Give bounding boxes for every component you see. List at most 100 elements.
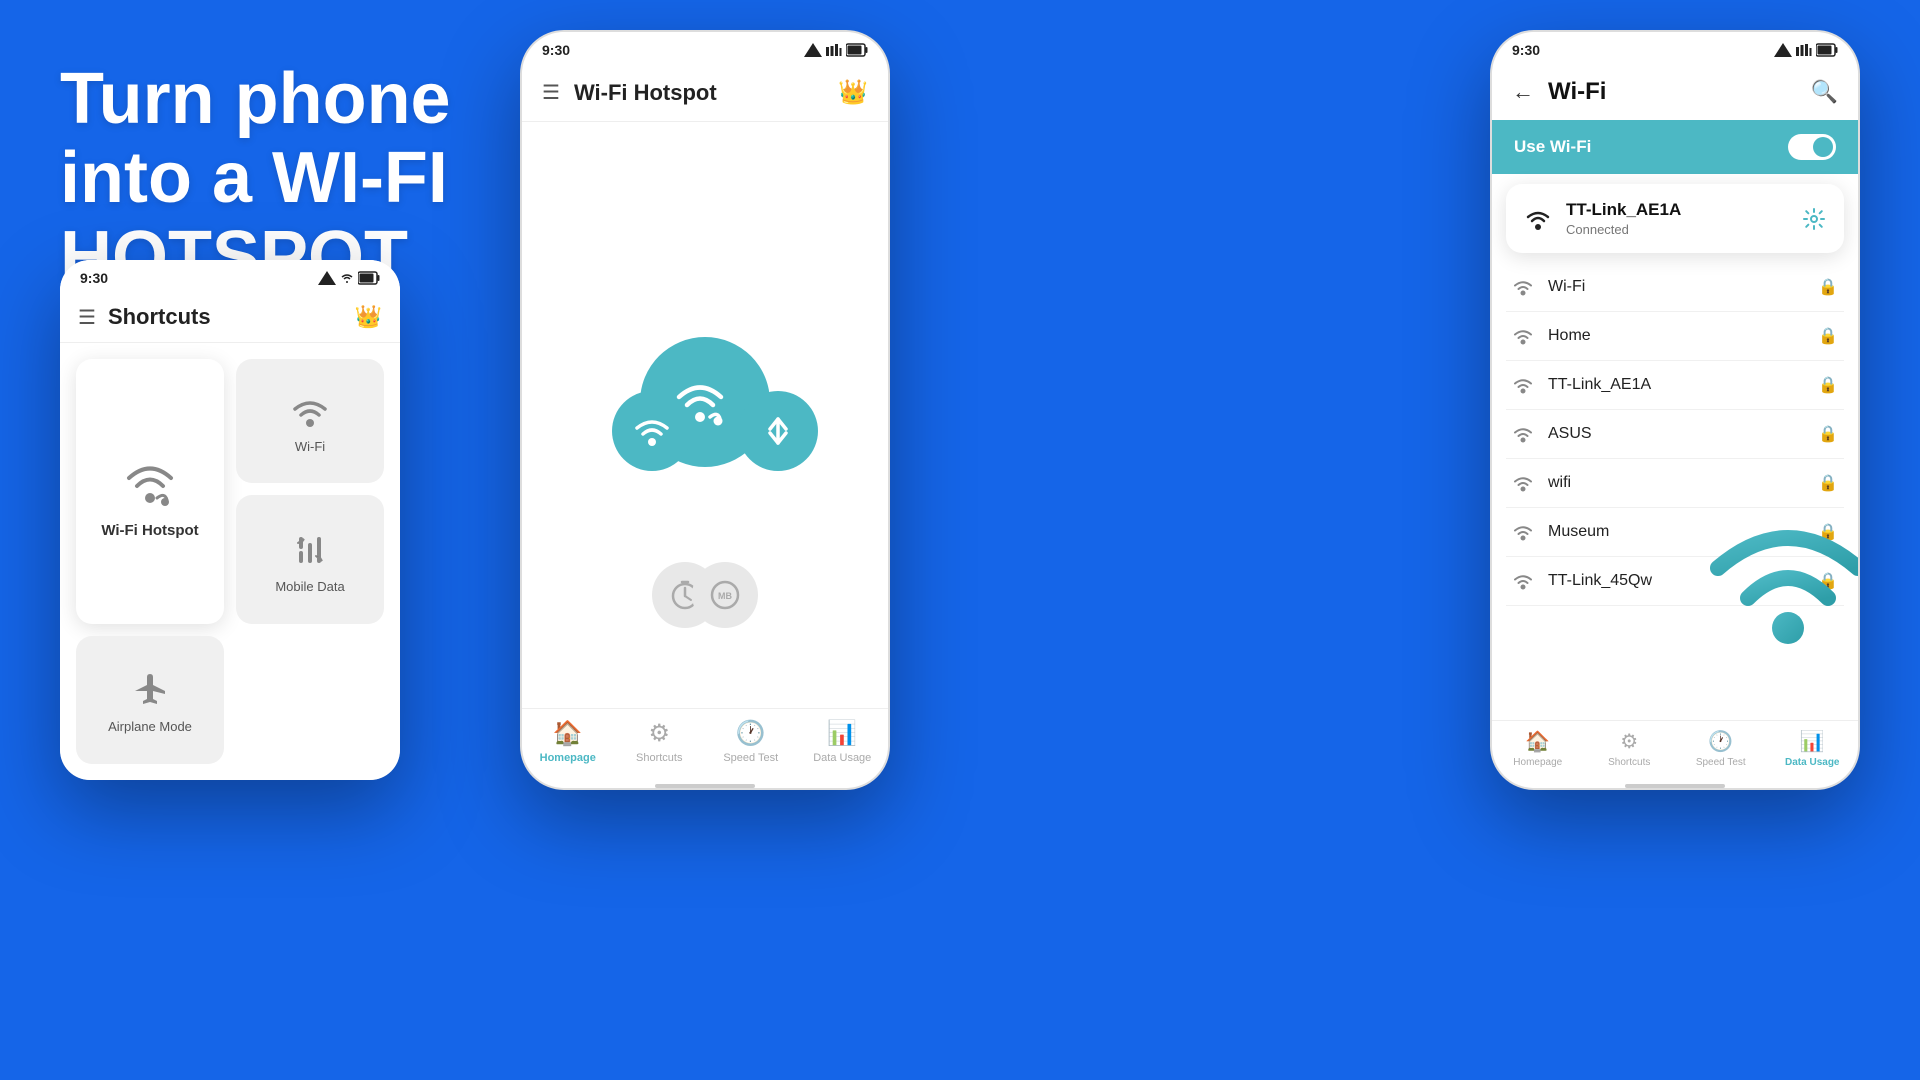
shortcut-hotspot-label: Wi-Fi Hotspot <box>101 522 198 539</box>
lock-icon-6: 🔒 <box>1818 571 1838 591</box>
right-shortcuts-label: Shortcuts <box>1608 757 1650 768</box>
connected-network-card[interactable]: TT-Link_AE1A Connected <box>1506 184 1844 253</box>
nav-homepage[interactable]: 🏠 Homepage <box>522 719 614 764</box>
right-bottom-handle <box>1625 784 1725 788</box>
speedtest-nav-icon: 🕐 <box>736 719 766 748</box>
left-app-title: Shortcuts <box>108 304 355 330</box>
signal-icon <box>318 271 336 285</box>
network-settings-icon[interactable] <box>1802 207 1826 231</box>
data-bubble[interactable] <box>738 391 818 471</box>
wifi-list-item-0[interactable]: Wi-Fi 🔒 <box>1506 263 1844 312</box>
menu-icon[interactable]: ☰ <box>78 305 96 330</box>
center-status-icons <box>804 43 868 57</box>
lock-icon-1: 🔒 <box>1818 326 1838 346</box>
crown-icon[interactable]: 👑 <box>355 304 382 330</box>
lock-icon-4: 🔒 <box>1818 473 1838 493</box>
wifi-toggle[interactable] <box>1788 134 1836 160</box>
nav-data-usage[interactable]: 📊 Data Usage <box>797 719 889 764</box>
wifi-name-5: Museum <box>1548 523 1804 541</box>
right-app-bar: ← Wi-Fi 🔍 <box>1492 64 1858 120</box>
center-app-bar: ☰ Wi-Fi Hotspot 👑 <box>522 64 888 122</box>
wifi-hotspot-icon <box>115 454 185 512</box>
wifi-banner-label: Use Wi-Fi <box>1514 137 1591 157</box>
speedtest-nav-label: Speed Test <box>723 752 778 764</box>
wifi-list-item-1[interactable]: Home 🔒 <box>1506 312 1844 361</box>
wifi-list-signal-4 <box>1512 474 1534 492</box>
left-time: 9:30 <box>80 270 108 286</box>
right-battery-icon <box>1816 43 1838 57</box>
shortcut-mobile-data[interactable]: Mobile Data <box>236 495 384 623</box>
wifi-network-list: Wi-Fi 🔒 Home 🔒 TT-Link_AE1A <box>1492 263 1858 720</box>
mb-bubble[interactable]: MB <box>692 562 758 628</box>
right-phone: 9:30 ← Wi-Fi <box>1490 30 1860 790</box>
wifi-list-signal-6 <box>1512 572 1534 590</box>
wifi-name-2: TT-Link_AE1A <box>1548 376 1804 394</box>
search-icon[interactable]: 🔍 <box>1811 79 1838 105</box>
battery-icon <box>358 271 380 285</box>
wifi-name-6: TT-Link_45Qw <box>1548 572 1804 590</box>
wifi-icon-small <box>289 395 331 429</box>
connected-signal-icon <box>1524 207 1552 231</box>
wifi-list-signal-1 <box>1512 327 1534 345</box>
transfer-bubble-icon <box>756 409 800 453</box>
shortcut-wifi[interactable]: Wi-Fi <box>236 359 384 483</box>
datausage-nav-icon: 📊 <box>827 719 857 748</box>
right-status-icons <box>1774 43 1838 57</box>
mb-icon: MB <box>708 578 742 612</box>
shortcut-wifi-hotspot[interactable]: Wi-Fi Hotspot <box>76 359 224 624</box>
center-phone: 9:30 ☰ Wi-Fi Hots <box>520 30 890 790</box>
center-4g-icon <box>826 44 842 56</box>
hotspot-content: MB <box>522 122 888 708</box>
center-status-bar: 9:30 <box>522 32 888 64</box>
center-crown-icon[interactable]: 👑 <box>838 78 868 107</box>
wifi-bubble[interactable] <box>612 391 692 471</box>
bottom-handle <box>655 784 755 788</box>
center-signal-icon <box>804 43 822 57</box>
center-bottom-nav: 🏠 Homepage ⚙ Shortcuts 🕐 Speed Test 📊 Da… <box>522 708 888 780</box>
right-nav-speedtest[interactable]: 🕐 Speed Test <box>1675 729 1767 768</box>
wifi-list-signal-3 <box>1512 425 1534 443</box>
right-homepage-icon: 🏠 <box>1525 729 1550 754</box>
homepage-nav-label: Homepage <box>540 752 596 764</box>
shortcuts-grid: Wi-Fi Hotspot Wi-Fi <box>60 343 400 780</box>
wifi-status-icon <box>340 271 354 285</box>
left-status-bar: 9:30 <box>60 260 400 292</box>
lock-icon-0: 🔒 <box>1818 277 1838 297</box>
right-nav-shortcuts[interactable]: ⚙ Shortcuts <box>1584 729 1676 768</box>
datausage-nav-label: Data Usage <box>813 752 871 764</box>
connected-info: TT-Link_AE1A Connected <box>1566 200 1788 237</box>
right-nav-datausage[interactable]: 📊 Data Usage <box>1767 729 1859 768</box>
right-status-bar: 9:30 <box>1492 32 1858 64</box>
wifi-list-item-6[interactable]: TT-Link_45Qw 🔒 <box>1506 557 1844 606</box>
wifi-list-item-5[interactable]: Museum 🔒 <box>1506 508 1844 557</box>
center-menu-icon[interactable]: ☰ <box>542 80 560 105</box>
right-nav-homepage[interactable]: 🏠 Homepage <box>1492 729 1584 768</box>
right-time: 9:30 <box>1512 42 1540 58</box>
wifi-bubble-icon <box>630 413 674 449</box>
wifi-list-item-3[interactable]: ASUS 🔒 <box>1506 410 1844 459</box>
wifi-name-3: ASUS <box>1548 425 1804 443</box>
back-icon[interactable]: ← <box>1512 79 1534 105</box>
nav-shortcuts[interactable]: ⚙ Shortcuts <box>614 719 706 764</box>
wifi-list-item-4[interactable]: wifi 🔒 <box>1506 459 1844 508</box>
center-time: 9:30 <box>542 42 570 58</box>
right-datausage-label: Data Usage <box>1785 757 1839 768</box>
right-bottom-nav: 🏠 Homepage ⚙ Shortcuts 🕐 Speed Test 📊 Da… <box>1492 720 1858 780</box>
left-phone: 9:30 ☰ Shortcuts 👑 <box>60 260 400 780</box>
right-datausage-icon: 📊 <box>1800 729 1825 754</box>
nav-speed-test[interactable]: 🕐 Speed Test <box>705 719 797 764</box>
shortcuts-nav-label: Shortcuts <box>636 752 682 764</box>
right-bars-icon <box>1796 44 1812 56</box>
connected-status: Connected <box>1566 222 1788 237</box>
wifi-list-item-2[interactable]: TT-Link_AE1A 🔒 <box>1506 361 1844 410</box>
mobile-data-icon <box>291 531 329 569</box>
lock-icon-2: 🔒 <box>1818 375 1838 395</box>
svg-text:MB: MB <box>718 591 732 601</box>
shortcut-airplane-label: Airplane Mode <box>108 719 192 734</box>
center-battery-icon <box>846 43 868 57</box>
gear-icon <box>1802 207 1826 231</box>
lock-icon-3: 🔒 <box>1818 424 1838 444</box>
shortcuts-nav-icon: ⚙ <box>648 719 670 748</box>
shortcut-airplane[interactable]: Airplane Mode <box>76 636 224 764</box>
right-homepage-label: Homepage <box>1513 757 1562 768</box>
